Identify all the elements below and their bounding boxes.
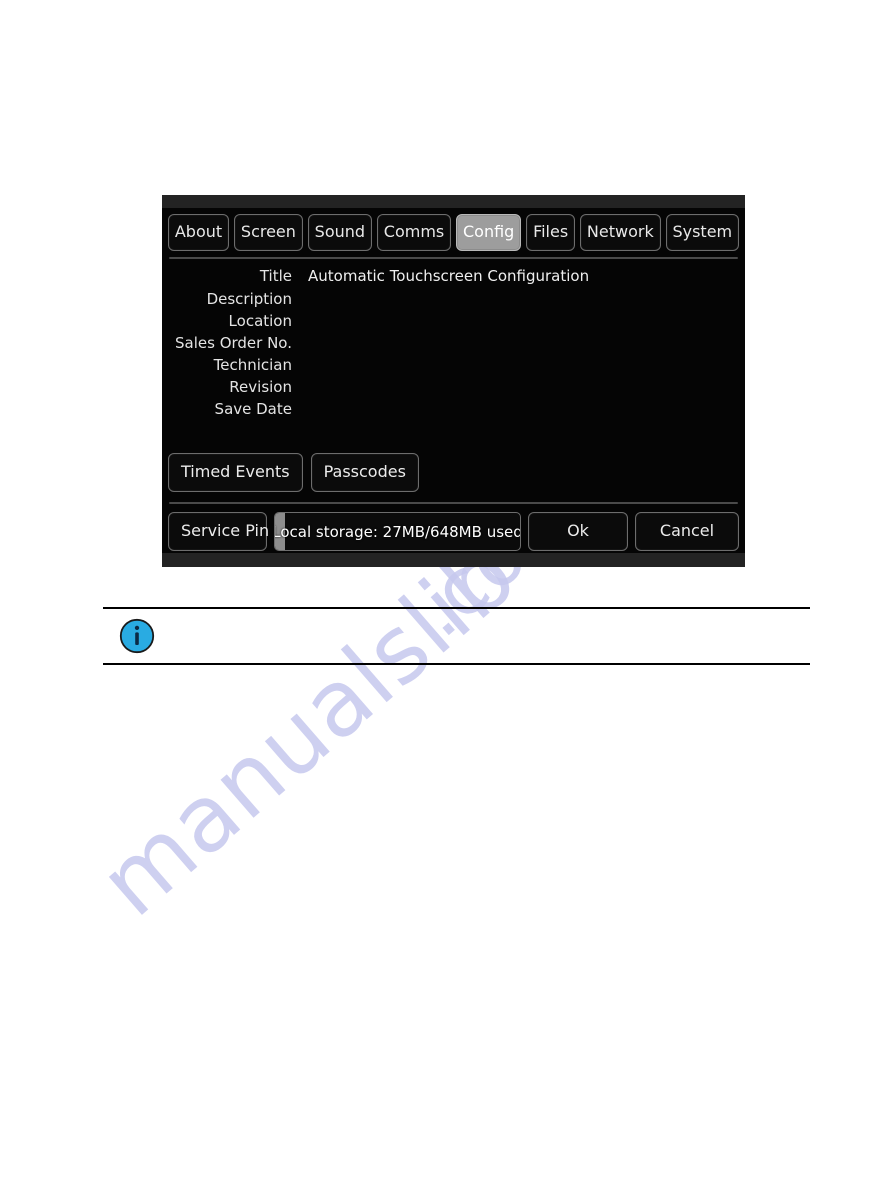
cancel-button[interactable]: Cancel — [635, 512, 739, 551]
label-description: Description — [206, 290, 292, 308]
device-config-dialog: About Screen Sound Comms Config Files Ne… — [162, 195, 745, 567]
value-sales-order-no[interactable] — [308, 333, 739, 348]
label-revision: Revision — [229, 378, 292, 396]
tab-network[interactable]: Network — [580, 214, 661, 251]
tab-files[interactable]: Files — [526, 214, 576, 251]
tab-config[interactable]: Config — [456, 214, 522, 251]
value-description[interactable] — [308, 289, 739, 304]
local-storage-label: Local storage: 27MB/648MB used — [274, 522, 521, 541]
dialog-body: About Screen Sound Comms Config Files Ne… — [162, 208, 745, 553]
page-watermark: manualslib .com — [0, 0, 891, 1188]
dialog-footer: Service Pin Local storage: 27MB/648MB us… — [168, 504, 739, 551]
tab-comms[interactable]: Comms — [376, 214, 452, 251]
passcodes-button[interactable]: Passcodes — [310, 453, 419, 492]
tab-bar: About Screen Sound Comms Config Files Ne… — [168, 208, 739, 251]
dialog-footer-chrome — [162, 553, 745, 567]
label-save-date: Save Date — [214, 400, 292, 418]
label-sales-order-no: Sales Order No. — [175, 334, 292, 352]
form-row-revision: Revision — [168, 377, 739, 399]
form-row-technician: Technician — [168, 355, 739, 377]
config-form: Title Automatic Touchscreen Configuratio… — [168, 259, 739, 451]
form-row-sales-order-no: Sales Order No. — [168, 333, 739, 355]
value-save-date[interactable] — [308, 399, 739, 414]
tab-screen[interactable]: Screen — [234, 214, 303, 251]
value-title[interactable]: Automatic Touchscreen Configuration — [308, 267, 739, 285]
local-storage-progress-bar: Local storage: 27MB/648MB used — [274, 512, 521, 551]
timed-events-button[interactable]: Timed Events — [168, 453, 303, 492]
secondary-action-row: Timed Events Passcodes — [168, 451, 739, 492]
label-location: Location — [228, 312, 292, 330]
info-circle-icon — [119, 618, 155, 654]
ok-button[interactable]: Ok — [528, 512, 628, 551]
label-title: Title — [259, 267, 292, 285]
value-revision[interactable] — [308, 377, 739, 392]
watermark-text-primary: manualslib — [79, 520, 537, 937]
value-technician[interactable] — [308, 355, 739, 370]
dialog-title-bar — [162, 195, 745, 208]
note-callout — [103, 607, 810, 665]
note-content — [103, 609, 810, 663]
form-row-title: Title Automatic Touchscreen Configuratio… — [168, 267, 739, 289]
service-pin-button[interactable]: Service Pin — [168, 512, 269, 551]
form-row-location: Location — [168, 311, 739, 333]
label-technician: Technician — [213, 356, 292, 374]
tab-about[interactable]: About — [168, 214, 230, 251]
tab-system[interactable]: System — [665, 214, 739, 251]
form-row-description: Description — [168, 289, 739, 311]
form-row-save-date: Save Date — [168, 399, 739, 421]
value-location[interactable] — [308, 311, 739, 326]
tab-sound[interactable]: Sound — [307, 214, 372, 251]
